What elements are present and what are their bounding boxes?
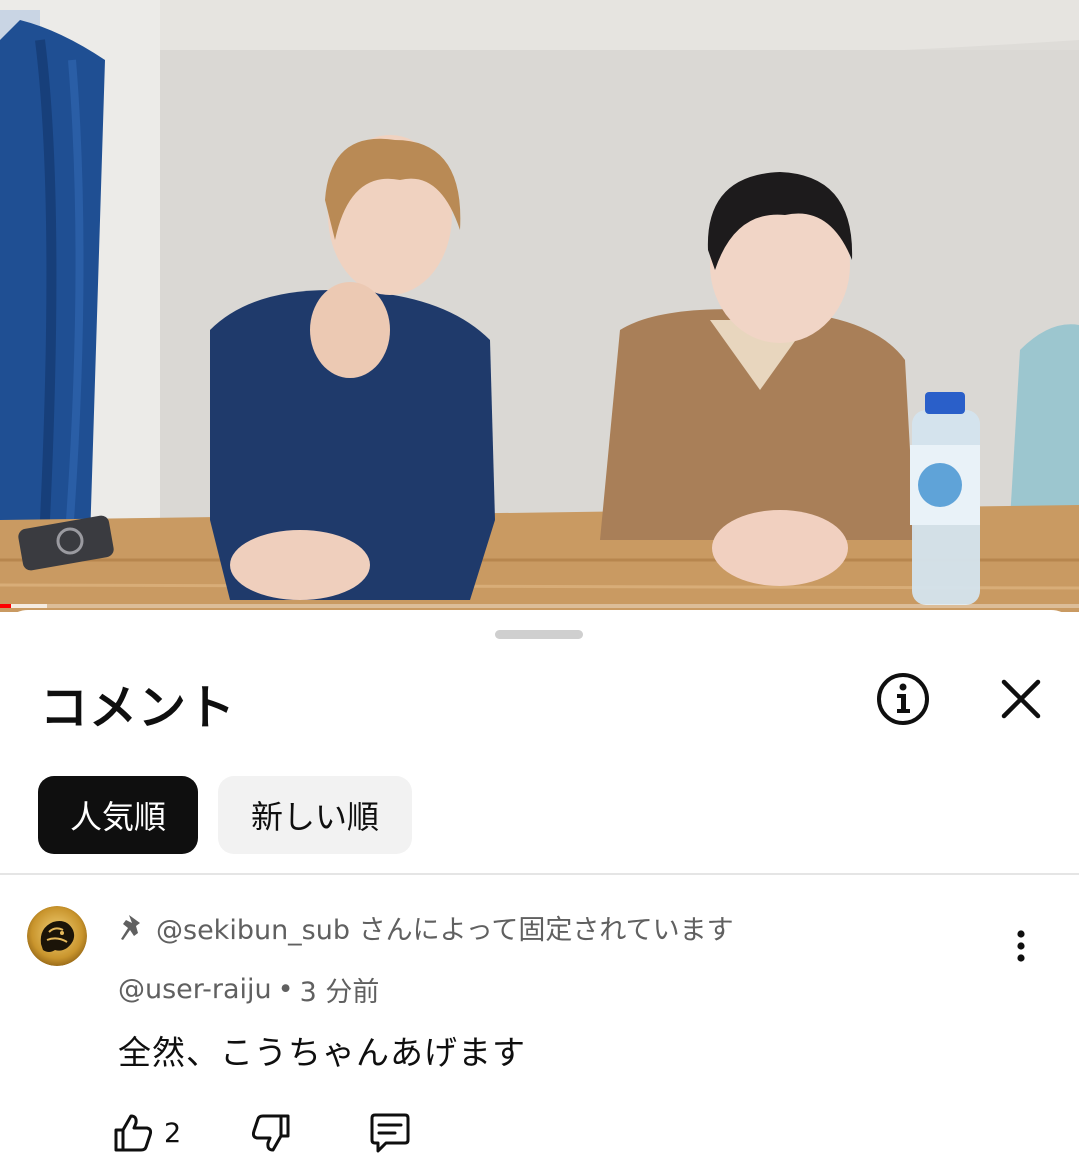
comment-actions: 2 <box>112 1108 428 1158</box>
comment-time: 3 分前 <box>299 977 380 1008</box>
sort-chip-top[interactable]: 人気順 <box>38 776 198 854</box>
more-vertical-icon <box>1017 930 1025 962</box>
sort-chips: 人気順 新しい順 <box>38 776 412 854</box>
info-circle-icon <box>877 673 929 725</box>
comment-item: @sekibun_sub さんによって固定されています @user-raiju … <box>0 876 1079 1163</box>
thumbs-up-icon <box>114 1114 153 1152</box>
comments-sheet: コメント 人気順 新しい順 @sekibun_sub さんによって固定されていま… <box>0 610 1079 1163</box>
video-player[interactable] <box>0 0 1079 612</box>
progress-buffered <box>11 604 47 608</box>
reply-button[interactable] <box>368 1108 428 1158</box>
pinned-label: @sekibun_sub さんによって固定されています <box>118 908 734 947</box>
comment-author[interactable]: @user-raiju <box>118 974 272 1005</box>
video-frame <box>0 0 1079 612</box>
info-button[interactable] <box>874 670 932 728</box>
drag-handle[interactable] <box>495 630 583 639</box>
pinned-text: @sekibun_sub さんによって固定されています <box>156 915 734 946</box>
like-count: 2 <box>164 1117 182 1149</box>
pin-icon <box>118 911 148 945</box>
like-button[interactable]: 2 <box>112 1108 232 1158</box>
avatar[interactable] <box>27 906 87 966</box>
progress-bar[interactable] <box>0 604 1079 608</box>
close-icon <box>1001 679 1041 719</box>
progress-played <box>0 604 11 608</box>
sheet-title: コメント <box>40 680 237 736</box>
meta-separator: • <box>277 974 294 1005</box>
thumbs-down-icon <box>251 1114 290 1152</box>
reply-icon <box>370 1113 410 1153</box>
divider <box>0 873 1079 875</box>
avatar-image <box>27 906 87 966</box>
sort-chip-newest[interactable]: 新しい順 <box>218 776 412 854</box>
comment-meta: @user-raiju • 3 分前 <box>118 970 379 1009</box>
comment-text: 全然、こうちゃんあげます <box>118 1033 526 1072</box>
dislike-button[interactable] <box>232 1108 368 1158</box>
comment-menu-button[interactable] <box>1004 924 1038 968</box>
close-button[interactable] <box>994 670 1048 728</box>
